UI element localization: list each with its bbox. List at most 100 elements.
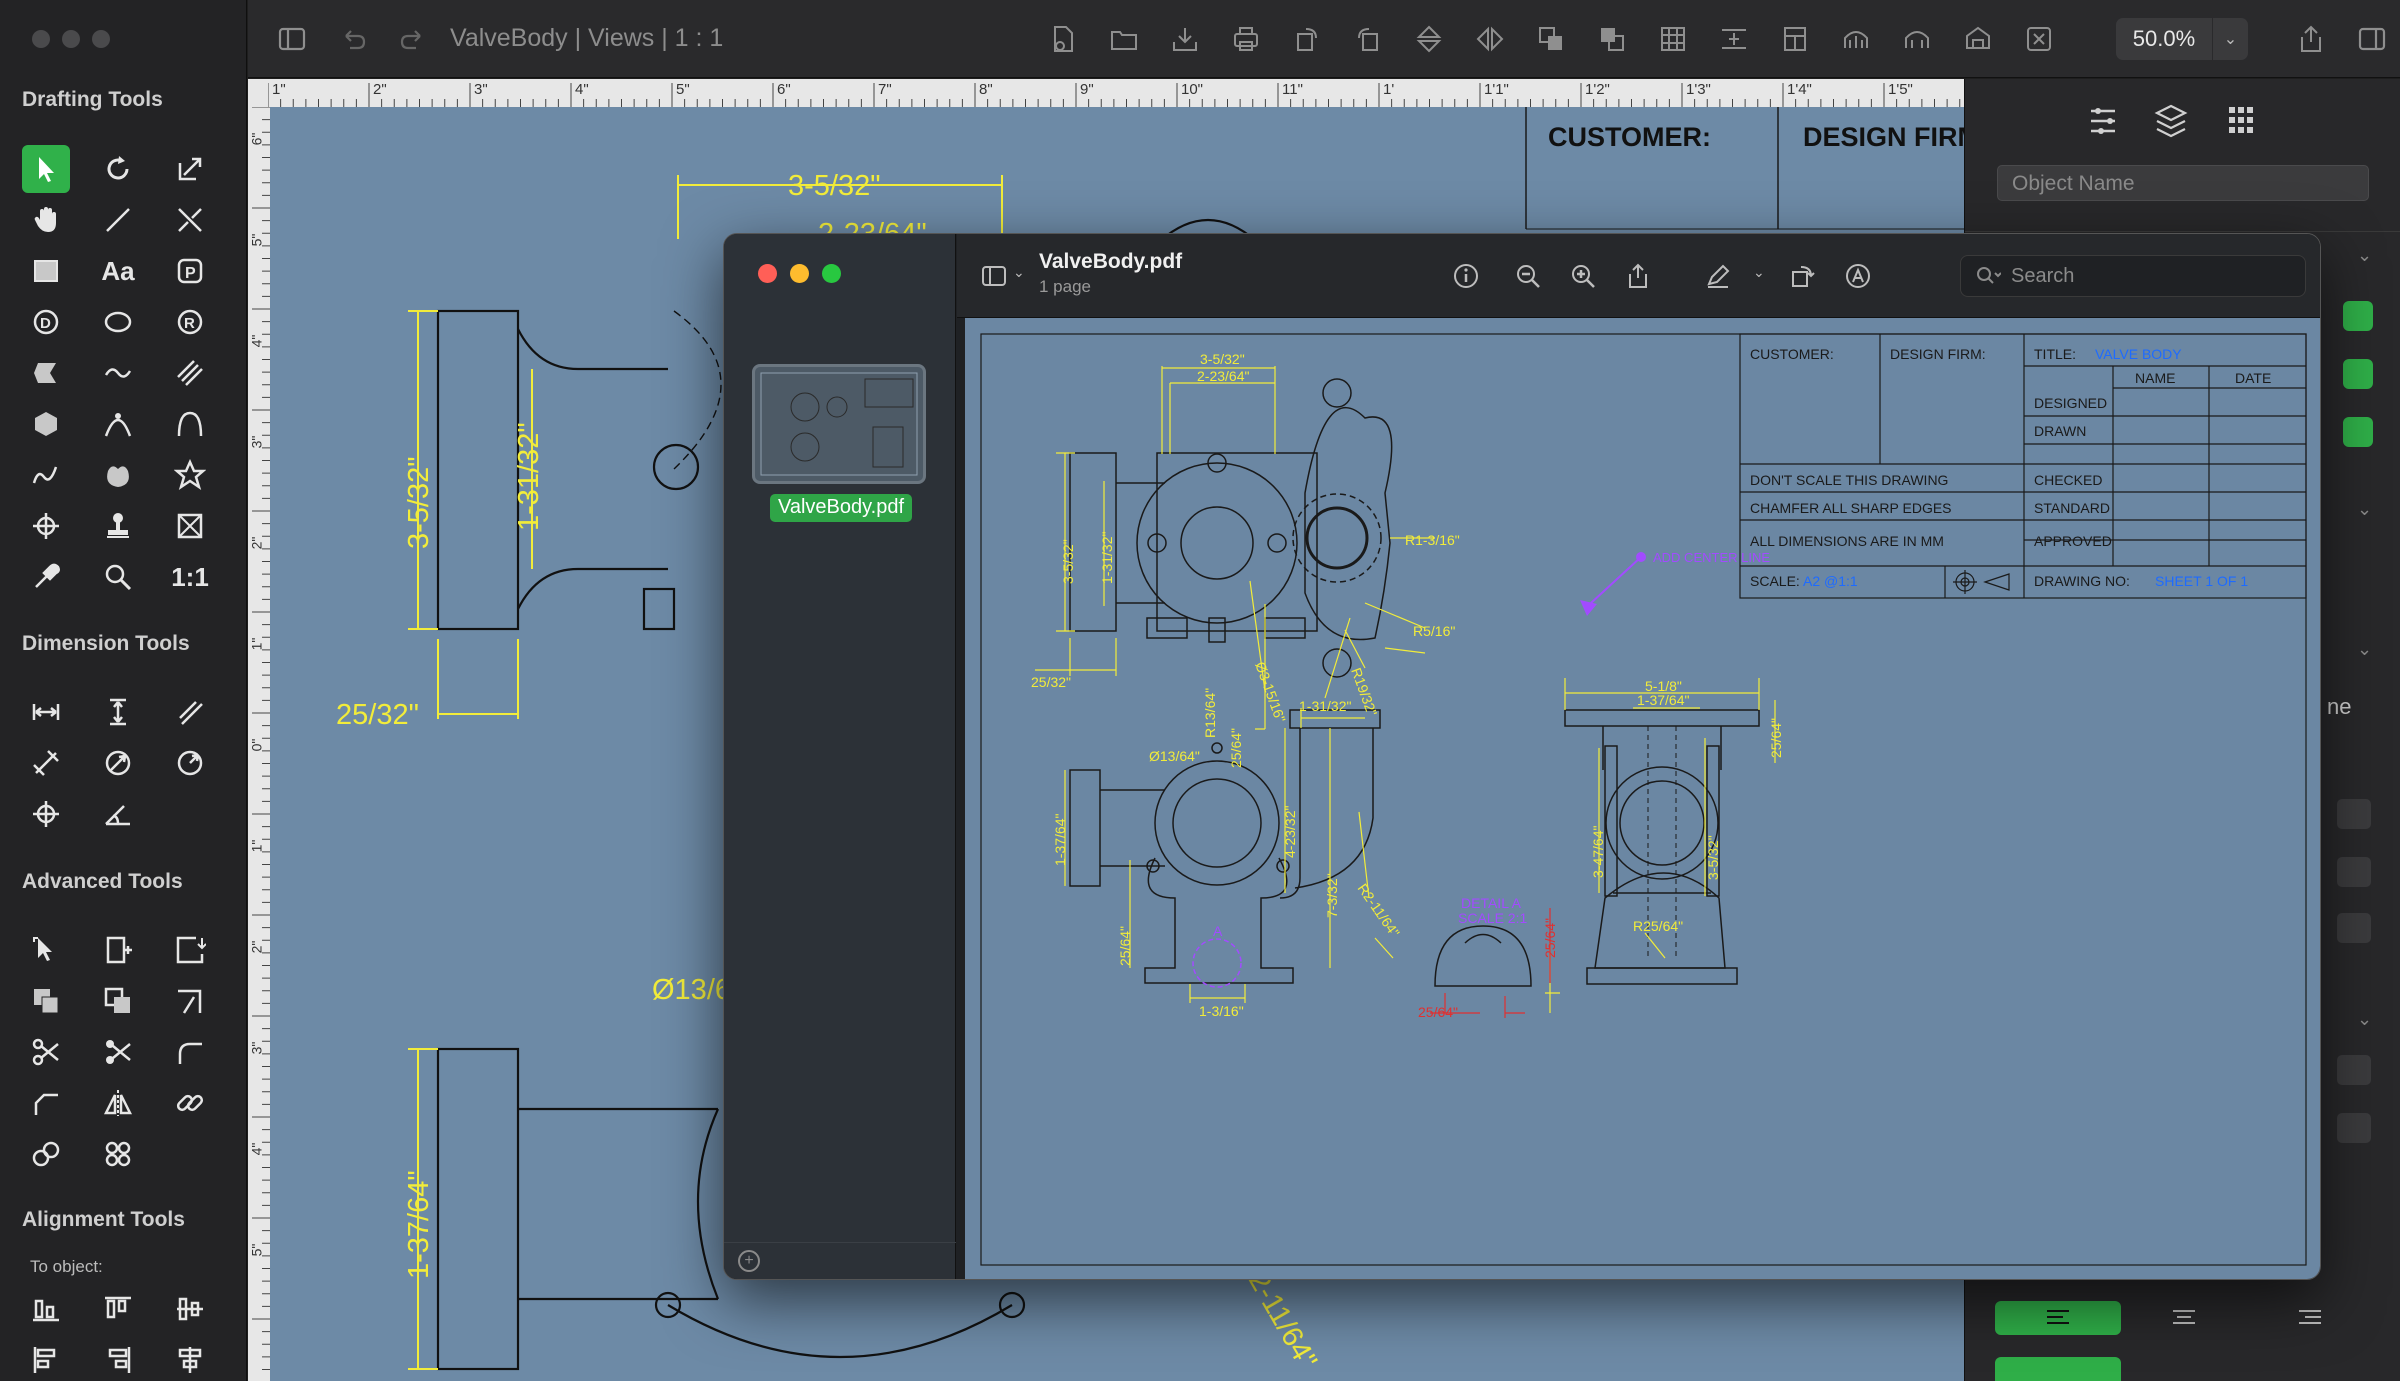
collapse-chevron-3[interactable]: ⌄ bbox=[2357, 639, 2372, 660]
preview-share-button[interactable] bbox=[1620, 258, 1656, 294]
minimize-window-button[interactable] bbox=[62, 30, 80, 48]
distribute-button[interactable] bbox=[1715, 20, 1753, 58]
inspector-stepper-2[interactable] bbox=[2337, 857, 2371, 887]
trim-tool-button[interactable] bbox=[166, 196, 214, 244]
radius-dimension-button[interactable] bbox=[166, 739, 214, 787]
align-top-button[interactable] bbox=[94, 1285, 142, 1333]
align-right-button[interactable] bbox=[94, 1336, 142, 1381]
inspector-stepper-3[interactable] bbox=[2337, 1055, 2371, 1085]
preview-minimize-button[interactable] bbox=[790, 264, 809, 283]
text-align-center-button[interactable] bbox=[2121, 1301, 2247, 1335]
polygon-tool-button[interactable] bbox=[22, 349, 70, 397]
aligned-dimension-button[interactable] bbox=[166, 688, 214, 736]
divide-button[interactable] bbox=[94, 1028, 142, 1076]
building-button[interactable] bbox=[1959, 20, 1997, 58]
zoom-in-button[interactable] bbox=[1565, 258, 1601, 294]
actual-size-tool-button[interactable]: 1:1 bbox=[166, 553, 214, 601]
preview-search-field[interactable]: Search bbox=[1960, 255, 2306, 297]
redo-button[interactable] bbox=[394, 20, 432, 58]
bring-front-button[interactable] bbox=[1532, 20, 1570, 58]
text-tool-button[interactable]: Aa bbox=[94, 247, 142, 295]
vertical-dimension-button[interactable] bbox=[94, 688, 142, 736]
center-mark-button[interactable] bbox=[22, 790, 70, 838]
diameter-dimension-button[interactable] bbox=[94, 739, 142, 787]
zoom-control[interactable]: 50.0% ⌄ bbox=[2116, 18, 2248, 60]
collapse-chevron-2[interactable]: ⌄ bbox=[2357, 499, 2372, 520]
align-center-h-button[interactable] bbox=[166, 1336, 214, 1381]
rotate-left-button[interactable] bbox=[1288, 20, 1326, 58]
image-frame-tool-button[interactable] bbox=[166, 502, 214, 550]
inspector-field-1[interactable] bbox=[2337, 913, 2371, 943]
grid-button[interactable] bbox=[1654, 20, 1692, 58]
inspector-toggle-1[interactable] bbox=[2343, 301, 2373, 331]
rectangle-tool-button[interactable] bbox=[22, 247, 70, 295]
break-node-button[interactable] bbox=[166, 926, 214, 974]
group-link-button[interactable] bbox=[94, 1130, 142, 1178]
inspector-tab-library[interactable] bbox=[2229, 107, 2253, 133]
horizontal-dimension-button[interactable] bbox=[22, 688, 70, 736]
fillet-button[interactable] bbox=[166, 1028, 214, 1076]
open-folder-button[interactable] bbox=[1105, 20, 1143, 58]
preview-rotate-button[interactable] bbox=[1785, 258, 1821, 294]
align-left-button[interactable] bbox=[22, 1336, 70, 1381]
info-button[interactable] bbox=[1448, 258, 1484, 294]
send-back-button[interactable] bbox=[1593, 20, 1631, 58]
pdf-front-view[interactable] bbox=[1069, 378, 1393, 678]
preview-zoom-button[interactable] bbox=[822, 264, 841, 283]
join-button[interactable] bbox=[22, 1130, 70, 1178]
angle-dimension-button[interactable] bbox=[94, 790, 142, 838]
zoom-dropdown-button[interactable]: ⌄ bbox=[2212, 18, 2248, 60]
text-align-left-button[interactable] bbox=[1995, 1301, 2121, 1335]
share-button[interactable] bbox=[2292, 20, 2330, 58]
pan-tool-button[interactable] bbox=[22, 196, 70, 244]
cut-button[interactable] bbox=[22, 1028, 70, 1076]
zoom-window-button[interactable] bbox=[92, 30, 110, 48]
scale-tool-button[interactable] bbox=[166, 145, 214, 193]
flip-vertical-button[interactable] bbox=[1410, 20, 1448, 58]
insert-node-button[interactable] bbox=[94, 926, 142, 974]
inspector-toggle-button[interactable] bbox=[2353, 20, 2391, 58]
align-center-v-button[interactable] bbox=[166, 1285, 214, 1333]
inspector-stepper-4[interactable] bbox=[2337, 1113, 2371, 1143]
flip-horizontal-button[interactable] bbox=[1471, 20, 1509, 58]
collapse-chevron-1[interactable]: ⌄ bbox=[2357, 245, 2372, 266]
bezier-tool-button[interactable] bbox=[94, 400, 142, 448]
star-tool-button[interactable] bbox=[166, 451, 214, 499]
annotate-button[interactable] bbox=[1840, 258, 1876, 294]
chevron-down-icon[interactable]: ⌄ bbox=[1013, 264, 1025, 281]
close-window-button[interactable] bbox=[32, 30, 50, 48]
arc-tool-button[interactable] bbox=[166, 400, 214, 448]
zoom-out-button[interactable] bbox=[1510, 258, 1546, 294]
stamp-tool-button[interactable] bbox=[94, 502, 142, 550]
text-valign-button[interactable] bbox=[1995, 1357, 2121, 1381]
object-name-input[interactable]: Object Name bbox=[1997, 165, 2369, 201]
mirror-button[interactable] bbox=[94, 1079, 142, 1127]
parking-tool-button[interactable]: P bbox=[166, 247, 214, 295]
collapse-chevron-4[interactable]: ⌄ bbox=[2357, 1009, 2372, 1030]
inspector-toggle-2[interactable] bbox=[2343, 359, 2373, 389]
select-tool-button[interactable] bbox=[22, 145, 70, 193]
sidebar-toggle-button[interactable] bbox=[273, 20, 311, 58]
frame-button[interactable] bbox=[1776, 20, 1814, 58]
radius-tool-button[interactable]: R bbox=[166, 298, 214, 346]
text-align-right-button[interactable] bbox=[2247, 1301, 2373, 1335]
curve-tool-button[interactable] bbox=[94, 349, 142, 397]
zoom-tool-button[interactable] bbox=[94, 553, 142, 601]
undo-button[interactable] bbox=[334, 20, 372, 58]
preview-sidebar-toggle[interactable] bbox=[977, 258, 1013, 294]
shape-tool-button[interactable] bbox=[94, 451, 142, 499]
markup-dropdown-icon[interactable]: ⌄ bbox=[1753, 264, 1765, 281]
align-bottom-button[interactable] bbox=[22, 1285, 70, 1333]
node-select-button[interactable] bbox=[22, 926, 70, 974]
preview-close-button[interactable] bbox=[758, 264, 777, 283]
rotate-right-button[interactable] bbox=[1349, 20, 1387, 58]
pdf-detail-a[interactable] bbox=[1434, 925, 1532, 987]
link-button[interactable] bbox=[166, 1079, 214, 1127]
rotate-tool-button[interactable] bbox=[94, 145, 142, 193]
arch-view-1-button[interactable] bbox=[1837, 20, 1875, 58]
inspector-tab-properties[interactable] bbox=[2091, 108, 2115, 134]
preview-window[interactable]: ValveBody.pdf + ⌄ ValveBody.pdf 1 page ⌄… bbox=[723, 233, 2321, 1280]
freehand-tool-button[interactable] bbox=[22, 451, 70, 499]
arch-view-2-button[interactable] bbox=[1898, 20, 1936, 58]
extend-button[interactable] bbox=[166, 977, 214, 1025]
